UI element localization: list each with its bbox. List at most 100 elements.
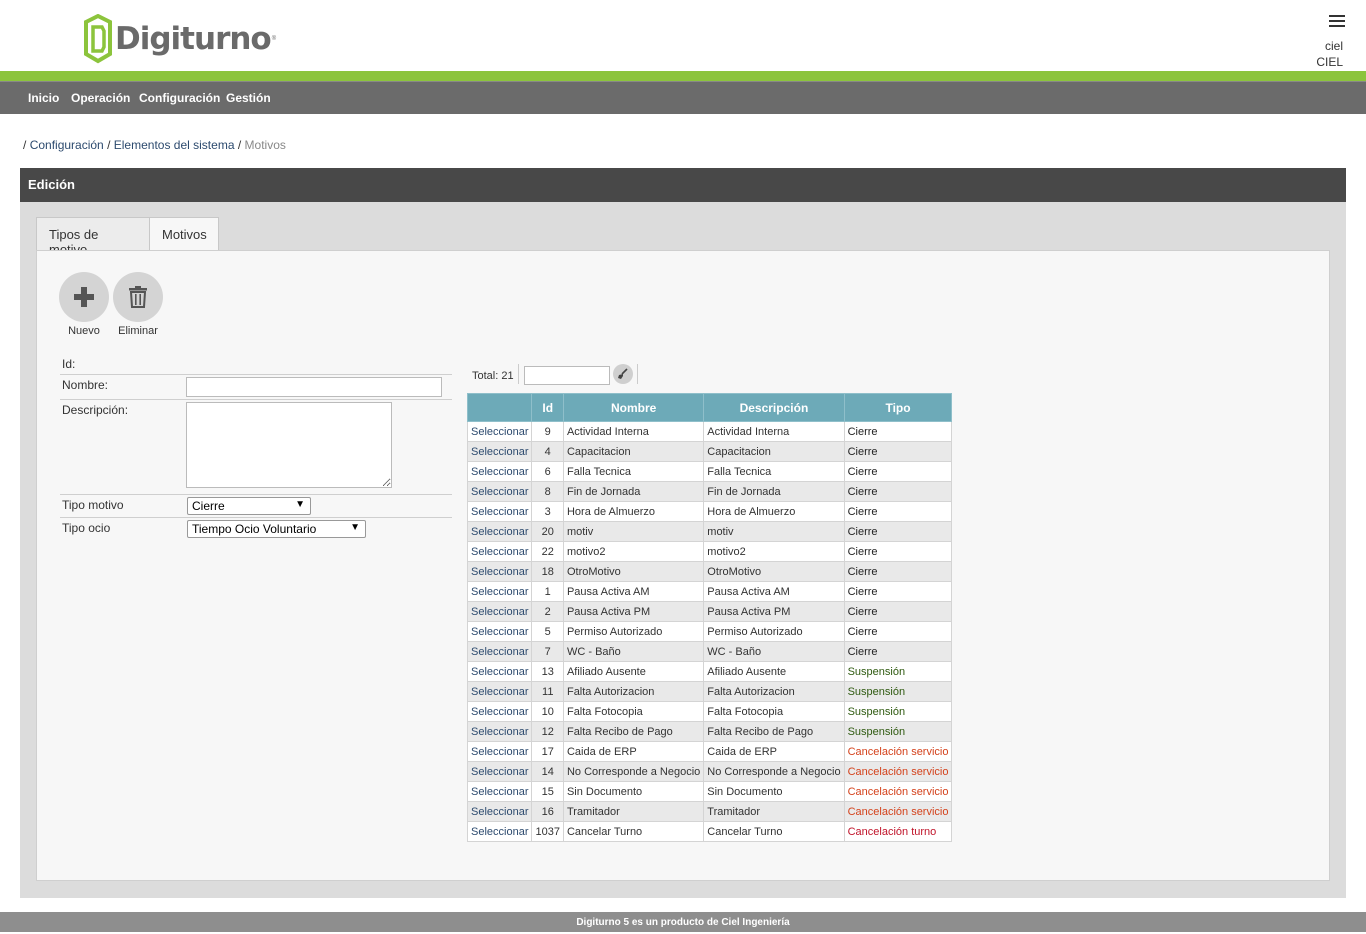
table-row: Seleccionar 10 Falta Fotocopia Falta Fotoco…: [466, 701, 953, 722]
table-body: Seleccionar 9 Actividad Interna Actividad I…: [466, 421, 953, 842]
toolbar-separator: [518, 364, 519, 384]
select-link[interactable]: Seleccionar: [466, 681, 533, 702]
user-company: CIEL: [1316, 55, 1343, 69]
tipo-ocio-value: Tiempo Ocio Voluntario: [192, 522, 317, 536]
select-link[interactable]: Seleccionar: [466, 781, 533, 802]
cell-descripcion: Capacitacion: [703, 441, 845, 462]
cell-tipo: Cierre: [843, 441, 953, 462]
select-link[interactable]: Seleccionar: [466, 481, 533, 502]
grid-total: Total: 21: [472, 370, 514, 382]
cell-tipo: Cancelación servicio: [843, 801, 953, 822]
broom-glyph: [618, 368, 628, 379]
footer-text: Digiturno 5 es un producto de Ciel Ingen…: [0, 912, 1366, 932]
new-button-label: Nuevo: [68, 325, 100, 337]
table-row: Seleccionar 8 Fin de Jornada Fin de Jornada…: [466, 481, 953, 502]
table-row: Seleccionar 11 Falta Autorizacion Falta Aut…: [466, 681, 953, 702]
select-link[interactable]: Seleccionar: [466, 421, 533, 442]
cell-tipo: Cierre: [843, 481, 953, 502]
cell-nombre: Cancelar Turno: [562, 821, 705, 842]
nav-item-inicio[interactable]: Inicio: [28, 91, 59, 105]
cell-descripcion: Falta Autorizacion: [703, 681, 845, 702]
table-row: Seleccionar 22 motivo2 motivo2 Cierre: [466, 541, 953, 562]
cell-id: 10: [531, 701, 564, 722]
cell-nombre: Sin Documento: [562, 781, 705, 802]
cell-id: 20: [531, 521, 564, 542]
cell-tipo: Cancelación servicio: [843, 781, 953, 802]
table-row: Seleccionar 12 Falta Recibo de Pago Falta R…: [466, 721, 953, 742]
table-row: Seleccionar 4 Capacitacion Capacitacion Cier…: [466, 441, 953, 462]
tipo-ocio-select[interactable]: Tiempo Ocio Voluntario ▼: [187, 520, 366, 538]
cell-tipo: Cierre: [843, 461, 953, 482]
select-link[interactable]: Seleccionar: [466, 561, 533, 582]
cell-nombre: motiv: [562, 521, 705, 542]
cell-tipo: Suspensión: [843, 701, 953, 722]
table-row: Seleccionar 20 motiv motiv Cierre: [466, 521, 953, 542]
select-link[interactable]: Seleccionar: [466, 661, 533, 682]
breadcrumb-configuracion[interactable]: Configuración: [30, 138, 104, 152]
clear-filter-broom-icon[interactable]: [613, 364, 633, 384]
toolbar-separator: [637, 364, 638, 384]
hamburger-menu-icon[interactable]: [1329, 15, 1345, 27]
new-button[interactable]: [59, 272, 109, 322]
select-link[interactable]: Seleccionar: [466, 461, 533, 482]
table-row: Seleccionar 6 Falla Tecnica Falla Tecnica Ci…: [466, 461, 953, 482]
nav-item-configuracion[interactable]: Configuración: [139, 91, 220, 105]
cell-descripcion: Permiso Autorizado: [703, 621, 845, 642]
cell-descripcion: Sin Documento: [703, 781, 845, 802]
select-link[interactable]: Seleccionar: [466, 721, 533, 742]
name-input[interactable]: [186, 377, 442, 397]
cell-nombre: Falta Autorizacion: [562, 681, 705, 702]
column-header-descripcion[interactable]: Descripción: [703, 393, 845, 422]
select-link[interactable]: Seleccionar: [466, 701, 533, 722]
nav-item-operacion[interactable]: Operación: [71, 91, 130, 105]
cell-descripcion: motivo2: [703, 541, 845, 562]
column-header-nombre[interactable]: Nombre: [562, 393, 705, 422]
user-login: ciel: [1324, 39, 1343, 53]
select-link[interactable]: Seleccionar: [466, 581, 533, 602]
name-label: Nombre:: [62, 378, 109, 392]
cell-descripcion: Falta Fotocopia: [703, 701, 845, 722]
select-link[interactable]: Seleccionar: [466, 601, 533, 622]
select-link[interactable]: Seleccionar: [466, 501, 533, 522]
description-textarea[interactable]: [186, 402, 392, 488]
cell-id: 1: [531, 581, 564, 602]
nav-item-gestion[interactable]: Gestión: [226, 91, 271, 105]
column-header-tipo[interactable]: Tipo: [843, 393, 953, 422]
cell-descripcion: Pausa Activa AM: [703, 581, 845, 602]
cell-descripcion: Caida de ERP: [703, 741, 845, 762]
select-link[interactable]: Seleccionar: [466, 821, 533, 842]
panel-title: Edición: [20, 168, 1346, 202]
breadcrumb-separator: /: [237, 138, 242, 152]
cell-descripcion: Actividad Interna: [703, 421, 845, 442]
cell-nombre: Hora de Almuerzo: [562, 501, 705, 522]
cell-descripcion: Pausa Activa PM: [703, 601, 845, 622]
cell-descripcion: No Corresponde a Negocio: [703, 761, 845, 782]
tipo-motivo-value: Cierre: [192, 499, 225, 513]
tab-tipos-de-motivo[interactable]: Tipos de motivo: [36, 217, 150, 257]
cell-id: 22: [531, 541, 564, 562]
select-link[interactable]: Seleccionar: [466, 441, 533, 462]
cell-tipo: Cierre: [843, 541, 953, 562]
cell-descripcion: Cancelar Turno: [703, 821, 845, 842]
select-link[interactable]: Seleccionar: [466, 541, 533, 562]
breadcrumb-separator: /: [107, 138, 111, 152]
cell-tipo: Cierre: [843, 601, 953, 622]
cell-tipo: Suspensión: [843, 661, 953, 682]
column-header-id[interactable]: Id: [531, 393, 564, 422]
select-link[interactable]: Seleccionar: [466, 801, 533, 822]
form-divider: [60, 494, 452, 495]
select-link[interactable]: Seleccionar: [466, 761, 533, 782]
select-link[interactable]: Seleccionar: [466, 741, 533, 762]
table-row: Seleccionar 2 Pausa Activa PM Pausa Activa …: [466, 601, 953, 622]
cell-id: 11: [531, 681, 564, 702]
logo[interactable]: Digiturno ®: [82, 14, 276, 64]
select-link[interactable]: Seleccionar: [466, 621, 533, 642]
grid-filter-input[interactable]: [524, 366, 610, 385]
select-link[interactable]: Seleccionar: [466, 641, 533, 662]
tipo-motivo-select[interactable]: Cierre ▼: [187, 497, 311, 515]
tab-motivos[interactable]: Motivos: [149, 217, 219, 251]
delete-button[interactable]: [113, 272, 163, 322]
plus-icon: [74, 287, 94, 307]
breadcrumb-elementos-sistema[interactable]: Elementos del sistema: [114, 138, 235, 152]
select-link[interactable]: Seleccionar: [466, 521, 533, 542]
